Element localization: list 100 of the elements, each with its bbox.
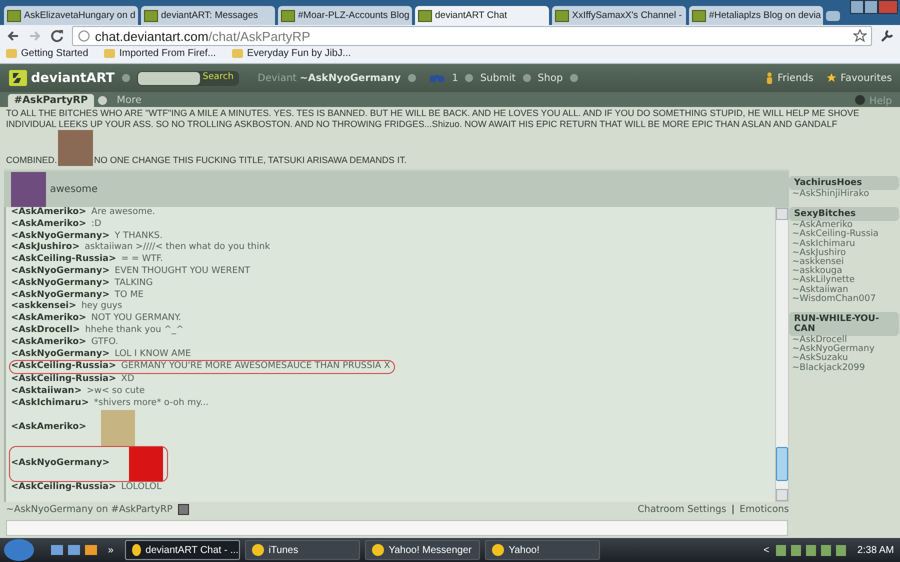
menu-link[interactable]: Shop — [538, 72, 563, 84]
member-name[interactable]: ~AskShinjiHirako — [789, 190, 899, 200]
taskbar-button[interactable]: deviantART Chat - ... — [124, 540, 240, 560]
member-name[interactable]: ~AskSuzaku — [789, 354, 899, 364]
browser-tab[interactable]: deviantART: Messages — [141, 6, 275, 25]
menu-link[interactable]: Submit — [480, 72, 516, 84]
tray-icon[interactable] — [776, 544, 786, 556]
dropdown-icon[interactable] — [122, 74, 130, 82]
taskbar-button[interactable]: Yahoo! Messenger — [364, 540, 480, 560]
star-icon[interactable] — [853, 29, 867, 43]
username[interactable]: <AskAmeriko> — [11, 218, 86, 231]
reload-icon[interactable] — [50, 29, 64, 43]
message-text: Y THANKS. — [114, 230, 163, 242]
overflow-button[interactable]: » — [108, 544, 114, 556]
site-icon — [281, 10, 295, 22]
emote-image — [128, 446, 163, 481]
message-text: GERMANY YOU'RE MORE AWESOMESAUCE THAN PRUSSIA X — [121, 361, 390, 374]
friends-link[interactable]: Friends — [778, 72, 814, 84]
close-button[interactable] — [878, 0, 898, 14]
username[interactable]: <AskAmeriko> — [11, 313, 86, 325]
bookmark[interactable]: Imported From Firef... — [104, 47, 216, 60]
new-tab-button[interactable] — [826, 11, 840, 21]
tray-icon[interactable] — [821, 544, 832, 556]
message-text: awesome — [50, 184, 98, 194]
topic-text: TO ALL THE BITCHES WHO ARE "WTF"ING A MILE A MINUTES. YES. TES IS BANNED. BUT HE WILL BE BACK. AND HE LOVES YOU ALL. AND IF YOU DO SOMETHING STUPID, HE WILL HELP ME SHOVE INDIVIDUAL LEEKS UP YOUR ASS. SO NO TROLLING ASKBOSTON. AND NO THROWING FRIDGES...Shizuo. NOW AWAIT HIS EPIC RETURN THAT WILL BE MORE EPIC THAN ASLAN AND GANDALF — [6, 108, 860, 130]
member-name[interactable]: ~AskIchimaru — [789, 240, 899, 249]
tray-icon[interactable] — [836, 544, 846, 556]
member-name[interactable]: ~AskCeiling-Russia — [789, 230, 899, 240]
scroll-up-button[interactable] — [776, 208, 788, 220]
member-name[interactable]: ~AskAmeriko — [789, 221, 899, 230]
bookmark[interactable]: Everyday Fun by JibJ... — [232, 47, 351, 60]
scroll-down-button[interactable] — [776, 489, 788, 501]
taskbar-button[interactable]: iTunes — [244, 540, 360, 560]
username[interactable]: <AskNyoGermany> — [11, 230, 110, 242]
username[interactable]: <askkensei> — [11, 301, 76, 314]
dropdown-icon[interactable] — [408, 74, 416, 82]
dropdown-icon[interactable] — [570, 74, 578, 82]
member-name[interactable]: ~AskLilynette — [789, 276, 899, 286]
username[interactable]: <AskCeiling-Russia> — [11, 361, 116, 374]
username[interactable]: <AskNyoGermany> — [11, 266, 110, 278]
username-link[interactable]: ~AskNyoGermany — [300, 72, 401, 84]
member-name[interactable]: ~AskJushiro — [789, 248, 899, 258]
browser-tab[interactable]: deviantART Chat — [415, 6, 549, 25]
username[interactable]: <AskAmeriko> — [11, 422, 86, 434]
username[interactable]: <AskAmeriko> — [11, 336, 86, 349]
username[interactable]: <AskCeiling-Russia> — [11, 374, 116, 386]
username[interactable]: <AskAmeriko> — [11, 207, 86, 219]
browser-tab[interactable]: AskElizavetaHungary on d — [4, 6, 138, 25]
wrench-icon[interactable] — [880, 29, 894, 43]
emote-image — [101, 410, 136, 446]
topic-text: NO ONE CHANGE THIS FUCKING TITLE, TATSUKI ARISAWA DEMANDS IT. — [94, 155, 407, 166]
room-tab[interactable]: More — [110, 94, 148, 107]
member-name[interactable]: ~askkensei — [789, 258, 899, 268]
address-bar[interactable]: chat.deviantart.com/chat/AskPartyRP — [72, 26, 872, 46]
browser-tab[interactable]: #Moar-PLZ-Accounts Blog — [278, 6, 412, 25]
browser-tab[interactable]: XxIffySamaxX's Channel - — [552, 6, 686, 25]
tray-expand-button[interactable]: < — [763, 544, 770, 556]
browser-tab[interactable]: #Hetaliaplzs Blog on devia — [689, 6, 823, 25]
bookmark-icon — [232, 49, 243, 58]
favourites-link[interactable]: Favourites — [840, 72, 892, 84]
bookmark[interactable]: Getting Started — [6, 47, 88, 60]
site-icon — [7, 10, 21, 22]
taskbar-button[interactable]: Yahoo! — [484, 540, 600, 560]
username[interactable]: <AskCeiling-Russia> — [11, 482, 116, 494]
start-button[interactable] — [4, 539, 34, 561]
minimize-button[interactable] — [850, 0, 864, 14]
dropdown-icon[interactable] — [522, 74, 531, 82]
username[interactable]: <AskDrocell> — [11, 324, 80, 337]
scrollbar[interactable] — [775, 207, 789, 502]
member-name[interactable]: ~askkouga — [789, 267, 899, 276]
room-tab[interactable]: #AskPartyRP — [8, 94, 94, 107]
member-name[interactable]: ~AskNyoGermany — [789, 345, 899, 354]
back-icon[interactable] — [6, 29, 20, 43]
tray-icon[interactable] — [791, 544, 802, 556]
maximize-button[interactable] — [864, 0, 878, 14]
username[interactable]: <AskNyoGermany> — [11, 290, 110, 302]
search-button[interactable]: Search — [200, 72, 237, 84]
member-name[interactable]: ~AskDrocell — [789, 336, 899, 346]
username[interactable]: <AskNyoGermany> — [11, 458, 110, 470]
emoticons-link[interactable]: Emoticons — [740, 504, 789, 515]
member-name[interactable]: ~Blackjack2099 — [789, 364, 899, 373]
username[interactable]: <AskIchimaru> — [11, 398, 89, 410]
tray-icon[interactable] — [806, 544, 816, 556]
username[interactable]: <AskNyoGermany> — [11, 348, 110, 360]
site-icon — [555, 10, 569, 22]
username[interactable]: <AskNyoGermany> — [11, 278, 110, 290]
username[interactable]: <AskCeiling-Russia> — [11, 254, 116, 266]
scroll-thumb[interactable] — [776, 447, 788, 481]
message-text: GTFO. — [91, 336, 118, 349]
username[interactable]: <AskJushiro> — [11, 242, 80, 254]
message-input[interactable] — [6, 520, 788, 536]
dropdown-icon[interactable] — [465, 74, 474, 82]
settings-link[interactable]: Chatroom Settings — [638, 504, 726, 515]
search-field[interactable]: Search — [136, 70, 239, 86]
username[interactable]: <Asktaiiwan> — [11, 386, 82, 398]
globe-icon — [78, 30, 90, 42]
watch-count: 1 — [452, 72, 458, 84]
member-name[interactable]: ~WisdomChan007 — [789, 294, 899, 304]
forward-icon[interactable] — [28, 29, 42, 43]
member-name[interactable]: ~Asktaiiwan — [789, 286, 899, 295]
